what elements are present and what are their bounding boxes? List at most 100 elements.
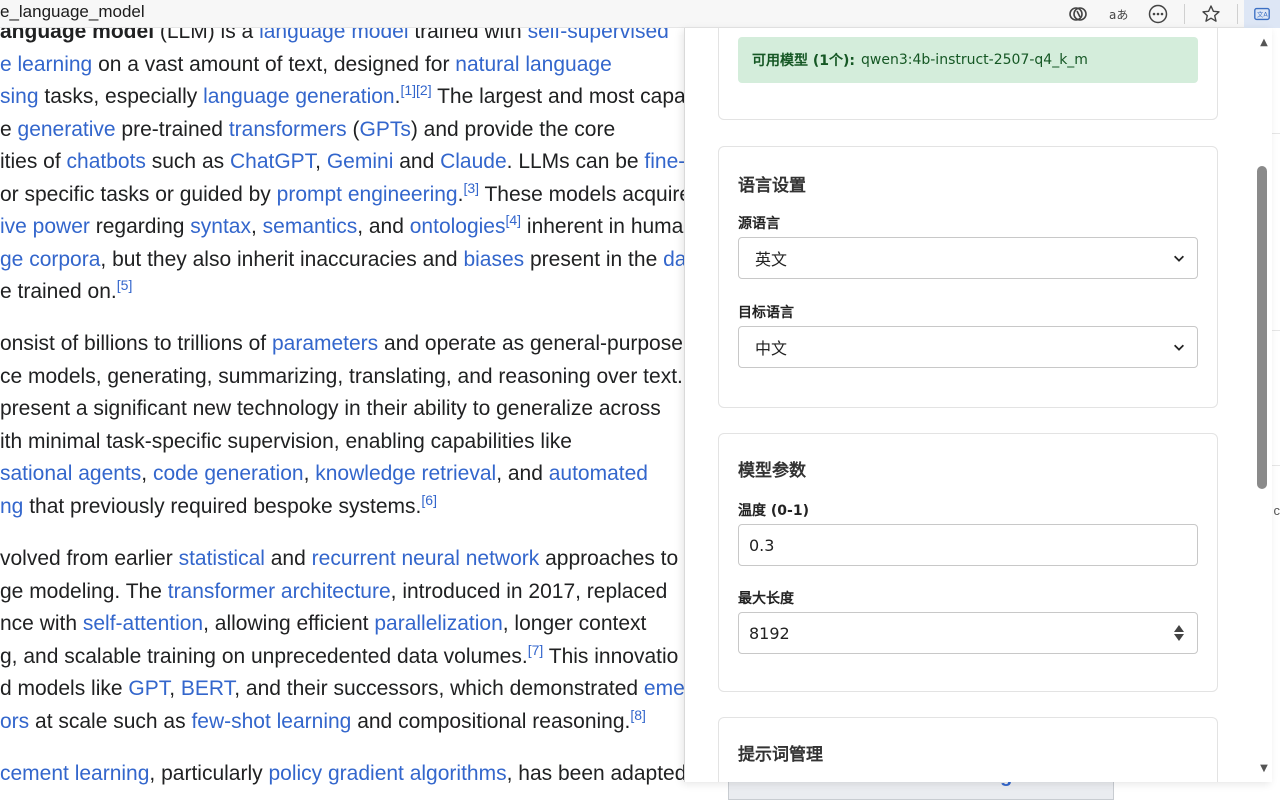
article-link[interactable]: e learning xyxy=(0,53,92,76)
article-link[interactable]: Gemini xyxy=(327,150,394,173)
article-line: ge modeling. The transformer architectur… xyxy=(0,576,700,609)
more-options-icon[interactable] xyxy=(1138,0,1178,28)
article-link[interactable]: code generation xyxy=(153,462,304,485)
article-link[interactable]: transformer architecture xyxy=(168,580,391,603)
article-text: e xyxy=(0,117,18,141)
citation-ref[interactable]: [3] xyxy=(463,180,479,196)
toolbar-separator xyxy=(1237,4,1238,24)
favorite-star-icon[interactable] xyxy=(1191,0,1231,28)
article-link[interactable]: transformers xyxy=(229,118,347,141)
article-line: ors at scale such as few-shot learning a… xyxy=(0,706,700,739)
scroll-down-arrow-icon[interactable]: ▼ xyxy=(1256,760,1272,776)
article-text: , and xyxy=(496,462,549,485)
article-link[interactable]: prompt engineering xyxy=(277,183,458,206)
toolbar-separator xyxy=(1184,4,1185,24)
article-text: regarding xyxy=(89,215,191,238)
article-link[interactable]: language generation xyxy=(203,85,395,108)
article-link[interactable]: cement learning xyxy=(0,762,149,785)
article-text: ce models, generating, summarizing, tran… xyxy=(0,364,683,388)
article-link[interactable]: semantics xyxy=(263,215,358,238)
article-line: ce models, generating, summarizing, tran… xyxy=(0,361,700,394)
article-link[interactable]: parameters xyxy=(272,332,378,355)
article-link[interactable]: fine- xyxy=(644,150,685,173)
article-link[interactable]: self-attention xyxy=(83,612,203,635)
article-link[interactable]: GPTs xyxy=(360,118,411,141)
stepper-arrows-icon[interactable] xyxy=(1167,618,1191,648)
article-link[interactable]: Claude xyxy=(440,150,507,173)
article-line: sational agents, code generation, knowle… xyxy=(0,458,700,491)
article-line: nce with self-attention, allowing effici… xyxy=(0,608,700,641)
article-link[interactable]: ors xyxy=(0,710,29,733)
temperature-input[interactable]: 0.3 xyxy=(738,524,1198,566)
article-line: d models like GPT, BERT, and their succe… xyxy=(0,673,700,706)
language-settings-title: 语言设置 xyxy=(738,176,806,196)
article-link[interactable]: GPT xyxy=(128,677,169,700)
article-link[interactable]: recurrent neural network xyxy=(312,547,540,570)
article-link[interactable]: chatbots xyxy=(67,150,146,173)
article-text: , xyxy=(141,462,153,485)
tracking-protection-icon[interactable] xyxy=(1058,0,1098,28)
article-link[interactable]: automated xyxy=(549,462,648,485)
citation-ref[interactable]: [7] xyxy=(528,642,544,658)
article-link[interactable]: statistical xyxy=(179,547,265,570)
article-paragraph-3: volved from earlier statistical and recu… xyxy=(0,543,700,738)
article-line: volved from earlier statistical and recu… xyxy=(0,543,700,576)
article-paragraph-4: cement learning, particularly policy gra… xyxy=(0,758,700,791)
article-line: or specific tasks or guided by prompt en… xyxy=(0,179,700,212)
article-text: , particularly xyxy=(149,762,269,785)
article-link[interactable]: knowledge retrieval xyxy=(315,462,496,485)
article-text: d models like xyxy=(0,677,129,700)
article-text: inherent in huma xyxy=(521,215,684,238)
article-line: ive power regarding syntax, semantics, a… xyxy=(0,211,700,244)
citation-ref[interactable]: [1][2] xyxy=(400,82,431,98)
scrollbar-thumb[interactable] xyxy=(1257,166,1267,489)
article-link[interactable]: ChatGPT xyxy=(230,150,315,173)
article-text: pre-trained xyxy=(115,117,229,141)
browser-toolbar: e_language_model aあ 文A xyxy=(0,0,1280,28)
extension-icon[interactable]: 文A xyxy=(1244,0,1280,28)
article-link[interactable]: few-shot learning xyxy=(191,710,351,733)
article-text: ) and provide the core xyxy=(410,117,616,141)
source-language-value: 英文 xyxy=(755,250,788,269)
article-link[interactable]: ive power xyxy=(0,215,90,238)
citation-ref[interactable]: [6] xyxy=(421,492,437,508)
article-text: , xyxy=(303,462,316,485)
article-line: e generative pre-trained transformers (G… xyxy=(0,114,700,147)
article-link[interactable]: natural language xyxy=(455,53,611,76)
article-link[interactable]: biases xyxy=(463,248,524,271)
article-line: cement learning, particularly policy gra… xyxy=(0,758,700,791)
article-text: and compositional reasoning. xyxy=(351,709,631,733)
article-text: nce with xyxy=(0,612,83,635)
article-link[interactable]: generative xyxy=(18,118,116,141)
source-language-label: 源语言 xyxy=(738,216,780,232)
article-link[interactable]: parallelization xyxy=(374,612,502,635)
citation-ref[interactable]: [4] xyxy=(506,212,522,228)
citation-ref[interactable]: [8] xyxy=(630,707,646,723)
language-settings-card: 语言设置 源语言 英文 目标语言 中文 xyxy=(718,146,1218,408)
source-language-select[interactable]: 英文 xyxy=(738,237,1198,279)
citation-ref[interactable]: [5] xyxy=(117,277,133,293)
article-link[interactable]: BERT xyxy=(181,677,234,700)
article-link[interactable]: sing xyxy=(0,85,39,108)
prompt-management-title: 提示词管理 xyxy=(738,745,823,765)
article-link[interactable]: ng xyxy=(0,495,23,518)
article-text: at scale such as xyxy=(29,709,192,733)
article-link[interactable]: ontologies xyxy=(410,215,506,238)
article-line: ities of chatbots such as ChatGPT, Gemin… xyxy=(0,146,700,179)
article-paragraph-2: onsist of billions to trillions of param… xyxy=(0,328,700,523)
article-line: g, and scalable training on unprecedente… xyxy=(0,641,700,674)
article-line: e trained on.[5] xyxy=(0,276,700,309)
article-text: The largest and most capab xyxy=(431,85,698,108)
address-bar[interactable]: e_language_model xyxy=(0,2,145,22)
available-models-value: qwen3:4b-instruct-2507-q4_k_m xyxy=(861,52,1088,68)
article-link[interactable]: policy gradient algorithms xyxy=(268,762,506,785)
article-text: approaches to xyxy=(539,547,679,570)
article-link[interactable]: ge corpora xyxy=(0,248,100,271)
article-link[interactable]: sational agents xyxy=(0,462,141,485)
article-text: ge modeling. The xyxy=(0,579,168,603)
scroll-up-arrow-icon[interactable]: ▲ xyxy=(1256,34,1272,50)
target-language-select[interactable]: 中文 xyxy=(738,326,1198,368)
article-link[interactable]: syntax xyxy=(190,215,251,238)
read-aloud-icon[interactable]: aあ xyxy=(1098,0,1138,28)
max-length-stepper[interactable]: 8192 xyxy=(738,612,1198,654)
